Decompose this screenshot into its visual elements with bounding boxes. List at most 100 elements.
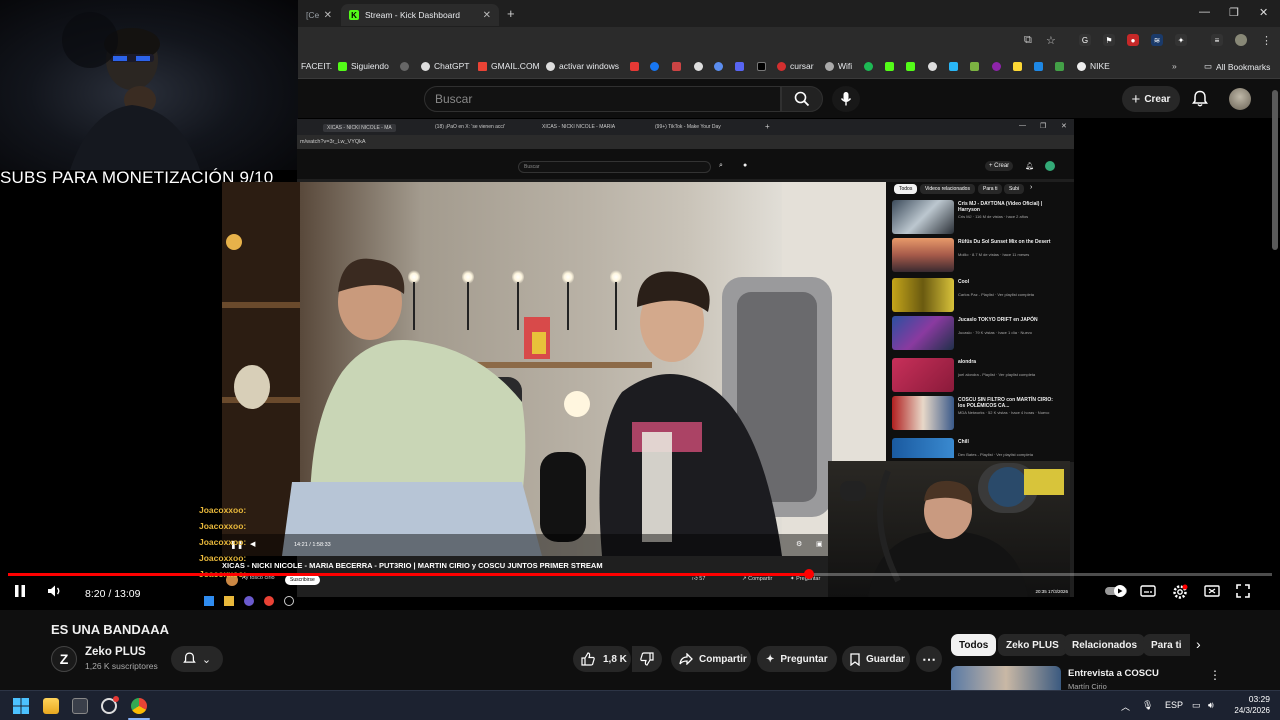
- related-chip-all[interactable]: Todos: [951, 634, 997, 656]
- install-icon[interactable]: ⧉: [1024, 34, 1032, 47]
- store-icon[interactable]: [72, 698, 88, 714]
- settings-button[interactable]: [1172, 584, 1188, 603]
- bookmark-icon[interactable]: [928, 62, 937, 71]
- bookmark-icon[interactable]: [400, 62, 409, 71]
- volume-button[interactable]: [47, 584, 63, 601]
- bookmark-gmail[interactable]: GMAIL.COM: [478, 61, 540, 71]
- display-tray-icon[interactable]: ▭: [1192, 700, 1201, 711]
- fullscreen-button[interactable]: [1236, 584, 1250, 601]
- bookmark-icon[interactable]: [735, 62, 744, 71]
- channel-name[interactable]: Zeko PLUS: [85, 646, 146, 658]
- browser-tab-1[interactable]: [Ce ✕: [298, 4, 340, 26]
- bookmark-wifi[interactable]: Wifi: [825, 61, 852, 71]
- share-button[interactable]: Compartir: [671, 646, 751, 672]
- minimize-icon[interactable]: —: [1199, 6, 1210, 18]
- wave-ext-icon[interactable]: ≋: [1151, 34, 1163, 46]
- inner-related-item: alondra joel alondra - Playlist · Ver pl…: [892, 358, 1068, 394]
- bookmark-icon[interactable]: [1055, 62, 1064, 71]
- inner-related-item: Cool Carlos Paz - Playlist · Ver playlis…: [892, 278, 1068, 314]
- close-tab-icon[interactable]: ✕: [483, 10, 491, 21]
- bookmark-activar-windows[interactable]: activar windows: [546, 61, 619, 71]
- bookmark-nike[interactable]: NIKE: [1077, 61, 1110, 71]
- channel-avatar[interactable]: Z: [51, 646, 77, 672]
- extension-icon[interactable]: ⚑: [1103, 34, 1115, 46]
- search-input[interactable]: Buscar: [424, 86, 781, 112]
- related-chip-for-you[interactable]: Para ti: [1143, 634, 1190, 656]
- bookmark-siguiendo[interactable]: Siguiendo: [338, 61, 389, 71]
- clock-date[interactable]: 24/3/2026: [1221, 706, 1270, 715]
- notifications-button[interactable]: ⌄: [171, 646, 223, 672]
- search-button[interactable]: [781, 86, 823, 112]
- profile-avatar[interactable]: [1235, 34, 1247, 46]
- streamer-webcam: [0, 0, 298, 170]
- google-ext-icon[interactable]: G: [1079, 34, 1091, 46]
- progress-scrubber[interactable]: [804, 569, 814, 579]
- save-button[interactable]: Guardar: [842, 646, 910, 672]
- voice-search-button[interactable]: [832, 86, 860, 112]
- bookmark-faceit[interactable]: FACEIT.: [301, 61, 332, 71]
- kick-bookmark-icon[interactable]: [906, 62, 915, 71]
- page-scrollbar[interactable]: [1272, 90, 1278, 250]
- bookmark-icon[interactable]: [1034, 62, 1043, 71]
- chrome-icon[interactable]: [131, 698, 147, 714]
- bookmark-icon[interactable]: [694, 62, 703, 71]
- spotify-bookmark-icon[interactable]: [864, 62, 873, 71]
- pause-button[interactable]: [14, 584, 26, 601]
- more-vert-icon[interactable]: ⋮: [1209, 668, 1221, 682]
- speaker-tray-icon[interactable]: 🔊︎: [1208, 700, 1214, 711]
- bookmark-icon[interactable]: [949, 62, 958, 71]
- bookmark-icon[interactable]: [992, 62, 1001, 71]
- menu-dots-icon[interactable]: ⋮: [1261, 34, 1272, 47]
- browser-tab-kick[interactable]: K Stream - Kick Dashboard ✕: [341, 4, 499, 26]
- subtitles-button[interactable]: [1140, 584, 1156, 601]
- inner-new-tab-icon: +: [765, 122, 770, 131]
- account-avatar[interactable]: [1229, 88, 1251, 110]
- more-actions-button[interactable]: ⋯: [916, 646, 942, 672]
- tray-overflow-icon[interactable]: ︿: [1121, 700, 1130, 713]
- windows-start-icon[interactable]: [13, 698, 29, 714]
- related-chip-channel[interactable]: Zeko PLUS: [998, 634, 1067, 656]
- create-button[interactable]: + Crear: [1122, 86, 1180, 112]
- chevron-right-icon[interactable]: ›: [1196, 636, 1201, 652]
- related-title[interactable]: Entrevista a COSCU: [1068, 668, 1159, 679]
- bookmark-chatgpt[interactable]: ChatGPT: [421, 61, 469, 71]
- puzzle-icon[interactable]: ✦: [1175, 34, 1187, 46]
- bookmark-icon[interactable]: [970, 62, 979, 71]
- x-bookmark-icon[interactable]: [757, 62, 766, 71]
- related-thumbnail[interactable]: [951, 666, 1061, 690]
- recording-dot-icon: [113, 696, 119, 702]
- youtube-bookmark-icon[interactable]: [630, 62, 639, 71]
- miniplayer-button[interactable]: [1204, 584, 1220, 601]
- more-horiz-icon: ⋯: [922, 650, 936, 667]
- new-tab-icon[interactable]: +: [507, 6, 515, 21]
- related-chip-related[interactable]: Relacionados: [1064, 634, 1146, 656]
- time-display: 8:20 / 13:09: [85, 588, 141, 600]
- star-icon[interactable]: ☆: [1046, 34, 1056, 47]
- autoplay-toggle[interactable]: [1104, 584, 1128, 601]
- record-ext-icon[interactable]: ●: [1127, 34, 1139, 46]
- mic-tray-icon[interactable]: 🎙︎: [1142, 700, 1153, 711]
- close-window-icon[interactable]: ✕: [1259, 6, 1268, 19]
- bookmark-icon[interactable]: [1013, 62, 1022, 71]
- media-icon[interactable]: ≡: [1211, 34, 1223, 46]
- bookmark-icon[interactable]: [672, 62, 681, 71]
- bookmarks-overflow-icon[interactable]: »: [1172, 61, 1177, 71]
- kick-bookmark-icon[interactable]: [885, 62, 894, 71]
- bookmark-icon[interactable]: [714, 62, 723, 71]
- like-button[interactable]: 1,8 K: [573, 646, 631, 672]
- inner-minimize-icon: —: [1019, 122, 1026, 129]
- facebook-bookmark-icon[interactable]: [650, 62, 659, 71]
- dislike-button[interactable]: [632, 646, 662, 672]
- inner-bell-icon: 🔔︎: [1025, 163, 1034, 170]
- bell-icon[interactable]: [1192, 90, 1208, 108]
- subscriber-count: 1,26 K suscriptores: [85, 661, 158, 671]
- thumbs-up-icon: [581, 652, 595, 666]
- clock-time[interactable]: 03:29: [1230, 694, 1270, 704]
- restore-icon[interactable]: ❐: [1229, 6, 1239, 19]
- bookmark-cursar[interactable]: cursar: [777, 61, 814, 71]
- ask-button[interactable]: ✦ Preguntar: [757, 646, 837, 672]
- file-explorer-icon[interactable]: [43, 698, 59, 714]
- close-tab-icon[interactable]: ✕: [324, 10, 332, 21]
- language-indicator[interactable]: ESP: [1165, 700, 1183, 710]
- all-bookmarks[interactable]: ▭ All Bookmarks: [1204, 61, 1270, 72]
